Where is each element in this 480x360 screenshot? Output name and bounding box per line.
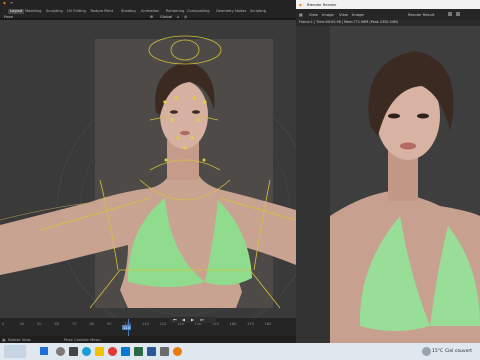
app-icon-1[interactable] [134, 347, 143, 356]
orientation-dropdown[interactable]: Global [160, 14, 172, 19]
editor-type-icon[interactable]: ▦ [299, 12, 303, 17]
menu-view-2[interactable]: View [339, 12, 348, 17]
weather-icon[interactable] [422, 347, 431, 356]
snap-icon[interactable]: ⊿ [176, 14, 179, 19]
menu-view[interactable]: View [309, 12, 318, 17]
start-menu-icon[interactable] [40, 347, 48, 355]
status-bar: ▣ Rotate View Pose Context Menu [0, 336, 296, 343]
search-icon[interactable] [56, 347, 65, 356]
menu-file[interactable]: ≡ [10, 0, 13, 5]
render-window-title: Blender Render [307, 2, 337, 7]
thumbnail-image[interactable] [4, 345, 26, 358]
weather-text: Ciel couvert [445, 349, 472, 354]
jump-end-icon[interactable]: ⏭ [200, 317, 203, 322]
weather-temp[interactable]: 15°C [432, 349, 443, 354]
word-icon[interactable] [147, 347, 156, 356]
play-reverse-icon[interactable]: ◀ [182, 317, 185, 322]
timeline-tick: 80 [89, 322, 95, 326]
timeline-tick: 110 [142, 322, 149, 326]
render-result-canvas [330, 26, 480, 343]
timeline-tick: 180 [264, 322, 272, 326]
3d-viewport[interactable] [0, 20, 296, 318]
render-titlebar: ◆ Blender Render [296, 0, 480, 9]
play-icon[interactable]: ▶ [191, 317, 194, 322]
task-view-icon[interactable] [69, 347, 78, 356]
photos-icon[interactable] [121, 347, 130, 356]
timeline-tick: 0 [2, 322, 5, 326]
timeline-tick: 160 [229, 322, 237, 326]
blender-icon: ◆ [299, 2, 302, 7]
timeline-tick: 70 [72, 322, 77, 326]
current-frame[interactable]: 110 [122, 325, 132, 330]
playback-controls[interactable]: ⏮ ◀ ▶ ⏭ [170, 317, 216, 323]
mouse-icon: ▣ [2, 337, 6, 342]
menu-image[interactable]: Image [322, 12, 334, 17]
mode-selector[interactable]: Pose [4, 14, 13, 19]
file-explorer-icon[interactable] [95, 347, 104, 356]
timeline-tick: 50 [37, 322, 42, 326]
pivot-icon[interactable]: ⊕ [150, 14, 153, 19]
render-window: ◆ Blender Render ▦ View Image View Image… [296, 0, 480, 343]
blender-logo-icon[interactable]: ◆ [3, 0, 6, 5]
timeline-tick: 60 [54, 322, 60, 326]
render-result-image[interactable] [330, 26, 480, 343]
app-icon-2[interactable] [160, 347, 169, 356]
timeline-tick: 120 [159, 322, 167, 326]
viewport-scene [0, 35, 296, 318]
timeline-tick: 170 [247, 322, 254, 326]
render-menubar: ▦ View Image View Image Render Result [296, 9, 480, 20]
timeline[interactable]: 0405060708090100110120130140150160170180 [0, 318, 296, 336]
edge-icon[interactable] [82, 347, 91, 356]
jump-start-icon[interactable]: ⏮ [173, 317, 176, 322]
render-info-text: Frame:1 | Time:00:00.98 | Mem:771.96M (P… [299, 20, 399, 24]
timeline-tick: 90 [107, 322, 112, 326]
status-middle: Pose Context Menu [64, 337, 101, 342]
render-slot-dropdown[interactable]: Render Result [408, 12, 434, 17]
menu-image-2[interactable]: Image [352, 12, 364, 17]
proportional-icon[interactable]: ◎ [184, 14, 187, 19]
timeline-tick: 40 [19, 322, 25, 326]
chrome-icon[interactable] [108, 347, 117, 356]
blender-taskbar-icon[interactable] [173, 347, 182, 356]
status-left: Rotate View [8, 337, 31, 342]
pin-icon[interactable] [448, 12, 452, 16]
close-image-icon[interactable] [456, 12, 460, 16]
viewport-header: Pose Global ⊕ ⊿ ◎ [0, 13, 296, 20]
